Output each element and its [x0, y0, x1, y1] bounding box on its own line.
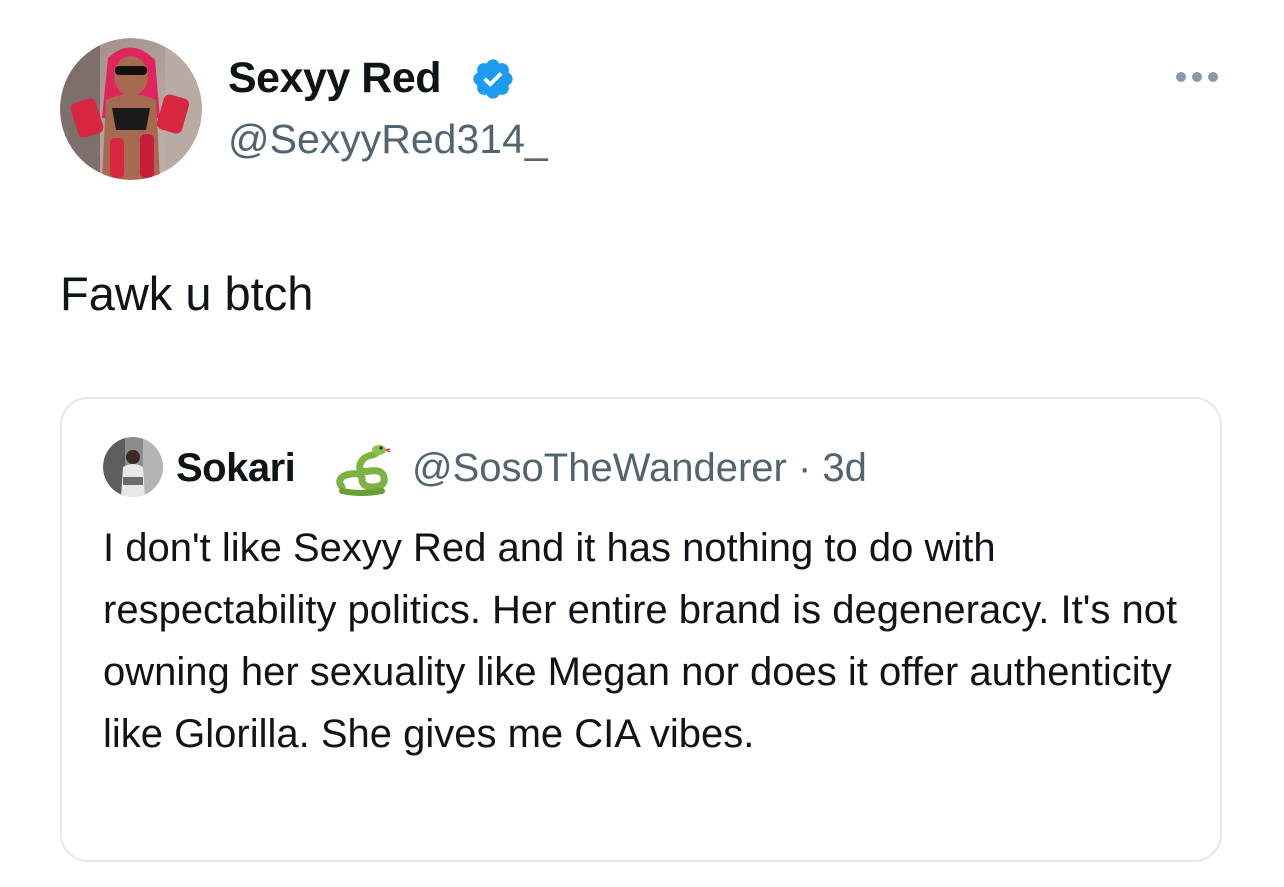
snake-icon	[332, 441, 392, 497]
quoted-author-display-name[interactable]: Sokari	[176, 443, 296, 493]
verified-badge-icon	[470, 56, 516, 102]
tweet: Sexyy Red @SexyyRed314_ Fawk u btch Soka…	[0, 0, 1284, 887]
quoted-author-handle[interactable]: @SosoTheWanderer	[412, 446, 787, 490]
author-avatar[interactable]	[60, 38, 202, 180]
author-display-name[interactable]: Sexyy Red	[228, 52, 442, 104]
quoted-author-meta: @SosoTheWanderer · 3d	[412, 443, 867, 493]
quoted-author-avatar[interactable]	[103, 437, 163, 497]
meta-separator: ·	[797, 446, 812, 490]
quoted-tweet-text: I don't like Sexyy Red and it has nothin…	[103, 526, 1178, 756]
tweet-text: Fawk u btch	[60, 267, 314, 320]
quoted-tweet-time[interactable]: 3d	[822, 446, 867, 490]
more-horizontal-icon[interactable]	[1172, 62, 1222, 92]
author-handle[interactable]: @SexyyRed314_	[228, 114, 548, 164]
quoted-tweet-card[interactable]: Sokari @SosoTheWanderer · 3d I don't lik…	[60, 397, 1222, 862]
